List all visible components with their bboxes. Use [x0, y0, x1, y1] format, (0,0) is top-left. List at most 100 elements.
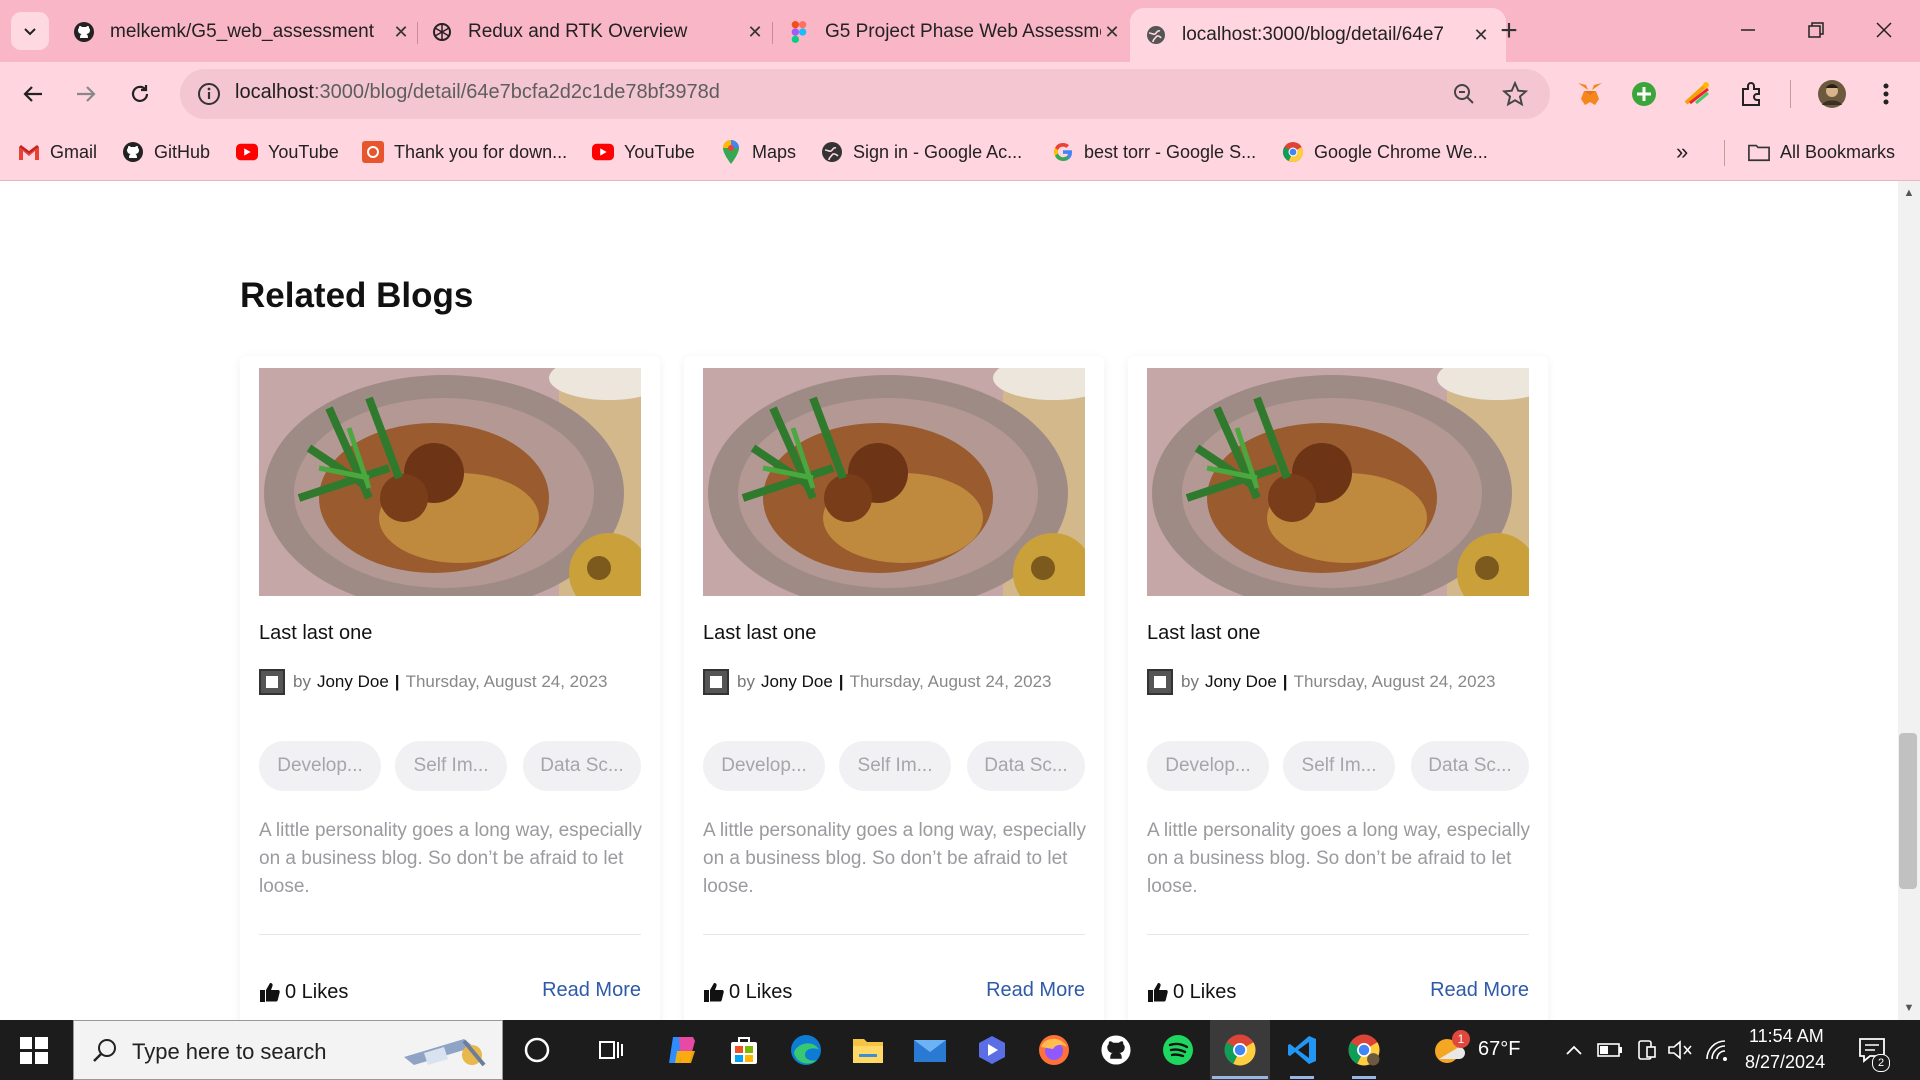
blog-thumbnail[interactable] [259, 368, 641, 596]
tab-title: Redux and RTK Overview [468, 21, 688, 42]
tag-chip[interactable]: Develop... [703, 741, 825, 791]
author-avatar [703, 669, 729, 695]
more-menu-icon[interactable] [1870, 78, 1902, 110]
tab-figma[interactable]: G5 Project Phase Web Assessme ✕ [777, 10, 1133, 54]
minimize-button[interactable] [1728, 12, 1768, 48]
read-more-link[interactable]: Read More [986, 979, 1085, 1002]
tab-search-button[interactable] [11, 12, 49, 50]
site-info-icon[interactable] [196, 81, 222, 107]
clock-time[interactable]: 11:54 AM [1749, 1026, 1824, 1047]
read-more-link[interactable]: Read More [542, 979, 641, 1002]
likes-label: 0 Likes [1173, 980, 1237, 1003]
close-window-button[interactable] [1864, 12, 1904, 48]
scroll-down-arrow-icon[interactable]: ▼ [1899, 999, 1919, 1017]
by-label: by [1181, 672, 1199, 691]
blog-thumbnail[interactable] [703, 368, 1085, 596]
tag-chip[interactable]: Self Im... [1283, 741, 1395, 791]
tab-redux[interactable]: Redux and RTK Overview ✕ [420, 10, 776, 54]
blog-thumbnail[interactable] [1147, 368, 1529, 596]
bookmark-gmail[interactable]: Gmail [18, 138, 97, 166]
likes-count[interactable]: 0 Likes [1147, 979, 1236, 1005]
post-date: Thursday, August 24, 2023 [849, 672, 1052, 691]
chrome-profile-icon[interactable] [1346, 1032, 1382, 1068]
bookmark-sign-in[interactable]: Sign in - Google Ac... [821, 138, 1022, 166]
likes-count[interactable]: 0 Likes [259, 979, 348, 1005]
likes-count[interactable]: 0 Likes [703, 979, 792, 1005]
blog-title[interactable]: Last last one [259, 622, 372, 645]
tag-chip[interactable]: Data Sc... [1411, 741, 1529, 791]
bookmark-thank-you[interactable]: Thank you for down... [362, 138, 567, 166]
plus-extension-icon[interactable] [1628, 78, 1660, 110]
author-name[interactable]: Jony Doe [1205, 672, 1277, 692]
taskbar-search-input[interactable]: Type here to search [73, 1020, 503, 1080]
tag-chip[interactable]: Self Im... [839, 741, 951, 791]
tag-chip[interactable]: Data Sc... [523, 741, 641, 791]
tag-chip[interactable]: Self Im... [395, 741, 507, 791]
tag-chip[interactable]: Data Sc... [967, 741, 1085, 791]
page-scrollbar[interactable] [1898, 181, 1920, 1020]
tab-localhost[interactable]: localhost:3000/blog/detail/64e7 ✕ [1130, 8, 1506, 62]
blog-card[interactable]: Last last one by Jony Doe | Thursday, Au… [240, 356, 660, 1020]
zoom-icon[interactable] [1452, 82, 1476, 106]
arrow-right-icon [77, 86, 96, 102]
blog-title[interactable]: Last last one [703, 622, 816, 645]
close-icon[interactable]: ✕ [1470, 24, 1492, 46]
bookmark-maps[interactable]: Maps [720, 138, 796, 166]
colorful-extension-icon[interactable] [1682, 78, 1714, 110]
cortana-icon[interactable] [519, 1032, 555, 1068]
restore-button[interactable] [1796, 12, 1836, 48]
address-bar[interactable]: localhost:3000/blog/detail/64e7bcfa2d2c1… [180, 69, 1550, 119]
github-icon [72, 20, 96, 44]
weather-temperature[interactable]: 67°F [1478, 1038, 1520, 1061]
clock-date[interactable]: 8/27/2024 [1745, 1052, 1825, 1073]
scrollbar-thumb[interactable] [1899, 733, 1917, 889]
scroll-up-arrow-icon[interactable]: ▲ [1899, 184, 1919, 202]
volume-muted-icon[interactable] [1662, 1032, 1698, 1068]
chrome-icon[interactable] [1222, 1032, 1258, 1068]
read-more-link[interactable]: Read More [1430, 979, 1529, 1002]
chevron-up-icon[interactable] [1556, 1032, 1592, 1068]
bookmark-github[interactable]: GitHub [122, 138, 210, 166]
device-icon[interactable] [1628, 1032, 1664, 1068]
profile-avatar[interactable] [1816, 78, 1848, 110]
file-explorer-icon[interactable] [850, 1032, 886, 1068]
bookmark-chrome-web[interactable]: Google Chrome We... [1282, 138, 1488, 166]
spotify-icon[interactable] [1160, 1032, 1196, 1068]
star-icon[interactable] [1502, 81, 1528, 107]
vscode-icon[interactable] [1284, 1032, 1320, 1068]
close-icon[interactable]: ✕ [390, 21, 412, 43]
blog-card[interactable]: Last last one by Jony Doe | Thursday, Au… [684, 356, 1104, 1020]
metamask-icon[interactable] [1574, 78, 1606, 110]
author-name[interactable]: Jony Doe [317, 672, 389, 692]
new-tab-button[interactable]: + [1494, 14, 1524, 48]
url-host: localhost [235, 81, 314, 103]
battery-icon[interactable] [1592, 1032, 1628, 1068]
extensions-puzzle-icon[interactable] [1736, 78, 1768, 110]
microsoft-store-icon[interactable] [726, 1032, 762, 1068]
task-view-icon[interactable] [592, 1032, 628, 1068]
close-icon[interactable]: ✕ [744, 21, 766, 43]
reload-button[interactable] [120, 74, 160, 114]
all-bookmarks-button[interactable]: All Bookmarks [1748, 138, 1895, 166]
back-button[interactable] [13, 74, 53, 114]
video-editor-icon[interactable] [974, 1032, 1010, 1068]
firefox-icon[interactable] [1036, 1032, 1072, 1068]
tag-chip[interactable]: Develop... [1147, 741, 1269, 791]
wifi-icon[interactable] [1700, 1032, 1736, 1068]
mail-icon[interactable] [912, 1032, 948, 1068]
github-desktop-icon[interactable] [1098, 1032, 1134, 1068]
tab-github[interactable]: melkemk/G5_web_assessment ✕ [62, 10, 422, 54]
tag-chip[interactable]: Develop... [259, 741, 381, 791]
edge-icon[interactable] [788, 1032, 824, 1068]
blog-card[interactable]: Last last one by Jony Doe | Thursday, Au… [1128, 356, 1548, 1020]
copilot-icon[interactable] [664, 1032, 700, 1068]
windows-start-icon[interactable] [18, 1034, 50, 1066]
bookmarks-overflow-button[interactable]: » [1676, 138, 1688, 166]
bookmark-youtube[interactable]: YouTube [236, 138, 339, 166]
blog-title[interactable]: Last last one [1147, 622, 1260, 645]
bookmark-youtube-2[interactable]: YouTube [592, 138, 695, 166]
author-name[interactable]: Jony Doe [761, 672, 833, 692]
close-icon[interactable]: ✕ [1101, 21, 1123, 43]
bookmark-best-torr[interactable]: best torr - Google S... [1052, 138, 1256, 166]
forward-button[interactable] [66, 74, 106, 114]
